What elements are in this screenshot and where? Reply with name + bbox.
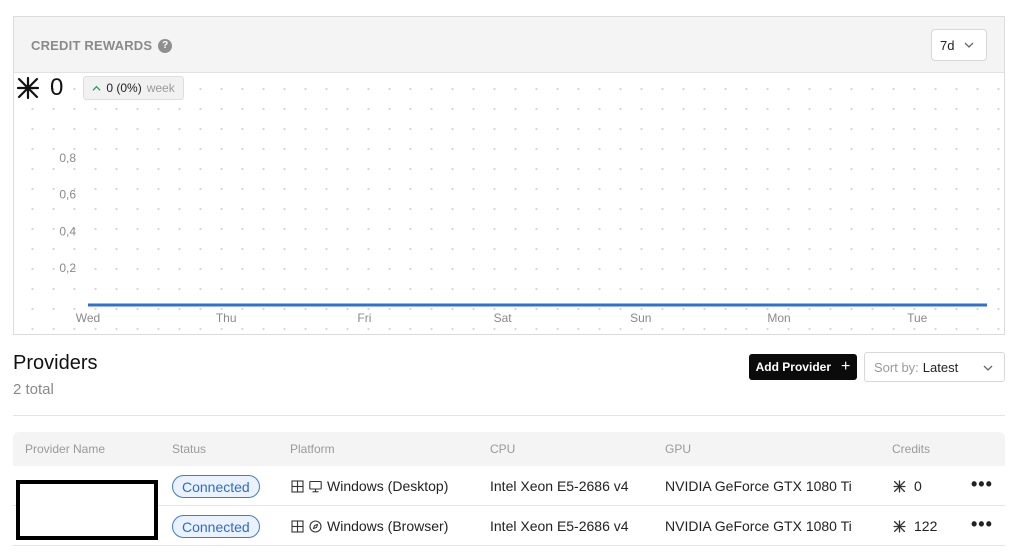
cpu-cell: Intel Xeon E5-2686 v4	[490, 478, 629, 494]
x-tick-label: Wed	[76, 311, 100, 325]
platform-name: Windows (Desktop)	[327, 478, 449, 494]
status-badge: Connected	[172, 475, 260, 498]
status-badge: Connected	[172, 515, 260, 538]
x-tick-label: Tue	[907, 311, 928, 325]
credits-cell: 122	[893, 518, 937, 534]
browser-icon	[309, 519, 322, 533]
cpu-cell: Intel Xeon E5-2686 v4	[490, 518, 629, 534]
table-row[interactable]: Connected Windows (Browser) Intel Xeon E…	[13, 506, 1005, 546]
change-period: week	[146, 81, 175, 95]
x-tick-label: Mon	[767, 311, 790, 325]
column-header-gpu[interactable]: GPU	[665, 442, 691, 456]
credit-icon	[16, 76, 40, 100]
y-tick-label: 0,8	[59, 151, 76, 165]
x-tick-label: Sat	[494, 311, 513, 325]
column-header-status[interactable]: Status	[172, 442, 206, 456]
platform-cell: Windows (Desktop)	[291, 478, 448, 494]
gpu-cell: NVIDIA GeForce GTX 1080 Ti	[665, 518, 852, 534]
column-header-platform[interactable]: Platform	[290, 442, 335, 456]
add-provider-button[interactable]: Add Provider +	[749, 354, 857, 380]
credit-icon	[893, 519, 906, 533]
credit-summary: 0 0 (0%) week	[16, 74, 184, 102]
weekly-change-badge: 0 (0%) week	[83, 76, 184, 100]
y-tick-label: 0,6	[59, 188, 76, 202]
credit-rewards-card: CREDIT REWARDS ? 7d 0,2 0,4 0,6 0,8 Wed Thu Fr…	[13, 16, 1005, 335]
windows-icon	[291, 519, 304, 533]
credits-value: 0	[914, 478, 922, 494]
sort-value: Latest	[922, 359, 959, 375]
credits-cell: 0	[893, 478, 922, 494]
more-options-icon[interactable]: •••	[971, 474, 993, 495]
credits-value: 122	[914, 518, 938, 534]
desktop-icon	[309, 480, 322, 492]
windows-icon	[291, 479, 304, 493]
column-header-cpu[interactable]: CPU	[490, 442, 515, 456]
x-tick-label: Sun	[630, 311, 651, 325]
sort-select[interactable]: Sort by: Latest	[864, 352, 1005, 382]
change-value: 0 (0%)	[106, 81, 142, 95]
y-tick-label: 0,2	[59, 261, 76, 275]
credit-icon	[893, 479, 906, 493]
table-header: Provider Name Status Platform CPU GPU Cr…	[13, 432, 1005, 466]
total-credits-value: 0	[50, 74, 64, 101]
trend-up-icon	[92, 85, 101, 91]
platform-name: Windows (Browser)	[327, 518, 449, 534]
credit-rewards-chart: 0,2 0,4 0,6 0,8 Wed Thu Fri Sat Sun Mon Tue	[59, 151, 987, 325]
add-provider-label: Add Provider	[755, 360, 831, 374]
sort-prefix: Sort by:	[874, 359, 919, 375]
plus-icon: +	[841, 358, 851, 375]
gpu-cell: NVIDIA GeForce GTX 1080 Ti	[665, 478, 852, 494]
x-tick-label: Fri	[357, 311, 371, 325]
chevron-down-icon	[983, 365, 993, 371]
providers-title: Providers	[13, 352, 98, 374]
x-tick-label: Thu	[216, 311, 237, 325]
y-tick-label: 0,4	[59, 224, 76, 238]
column-header-provider-name[interactable]: Provider Name	[25, 442, 105, 456]
providers-table: Provider Name Status Platform CPU GPU Cr…	[13, 432, 1005, 546]
redacted-provider-names	[16, 480, 158, 540]
table-row[interactable]: Connected Windows (Desktop) Intel Xeon E…	[13, 466, 1005, 506]
more-options-icon[interactable]: •••	[971, 514, 993, 535]
section-divider	[13, 415, 1005, 416]
platform-cell: Windows (Browser)	[291, 518, 448, 534]
providers-count: 2 total	[13, 381, 54, 398]
column-header-credits[interactable]: Credits	[892, 442, 930, 456]
